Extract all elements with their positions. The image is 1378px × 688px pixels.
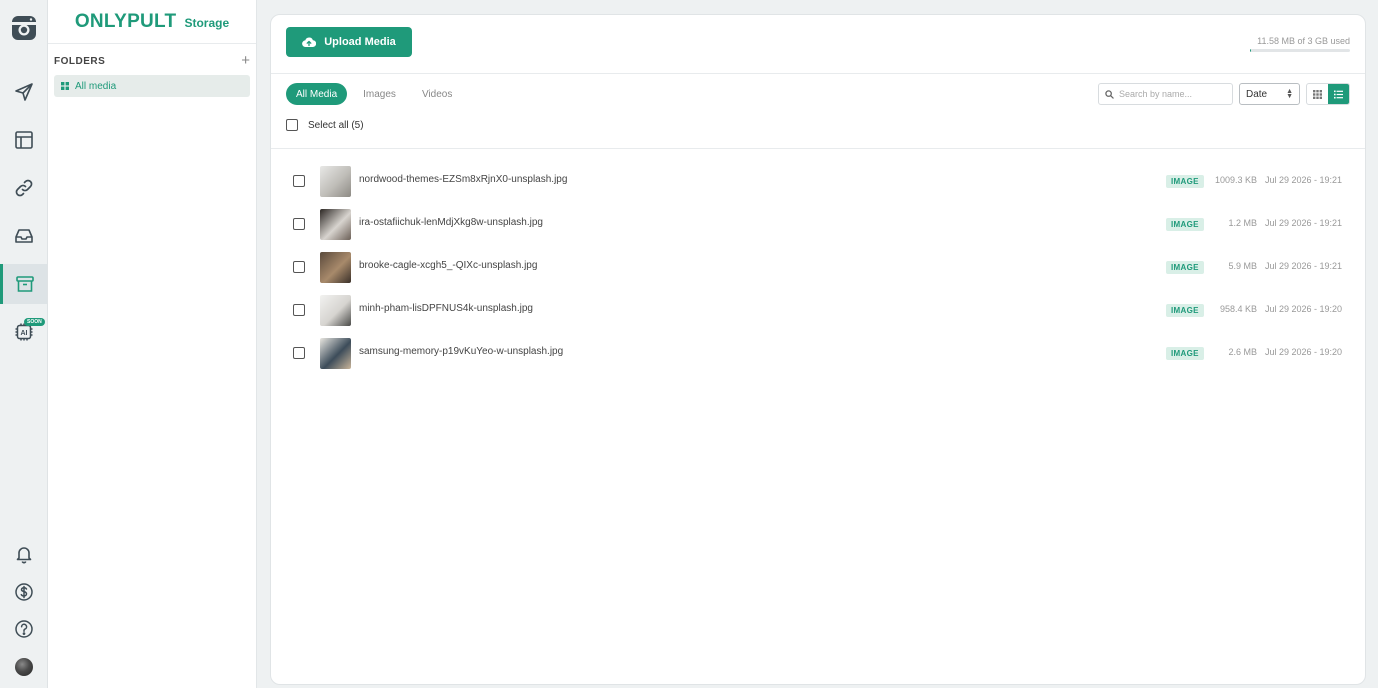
file-checkbox[interactable] — [293, 261, 305, 273]
icon-rail: AI SOON — [0, 0, 48, 688]
media-library-panel: Upload Media 11.58 MB of 3 GB used All M… — [270, 14, 1366, 685]
file-size: 958.4 KB — [1219, 304, 1257, 314]
cloud-upload-icon — [302, 37, 317, 48]
sort-select-value: Date — [1246, 88, 1268, 100]
file-row[interactable]: samsung-memory-p19vKuYeo-w-unsplash.jpg I… — [271, 332, 1365, 375]
file-checkbox[interactable] — [293, 304, 305, 316]
file-thumbnail[interactable] — [320, 338, 351, 369]
file-row[interactable]: brooke-cagle-xcgh5_-QIXc-unsplash.jpg IMA… — [271, 246, 1365, 289]
file-list: nordwood-themes-EZSm8xRjnX0-unsplash.jpg… — [271, 160, 1365, 375]
sort-arrows-icon: ▲ ▼ — [1286, 88, 1293, 100]
help-icon[interactable] — [0, 609, 47, 649]
brand-section-label: Storage — [184, 15, 230, 30]
select-all-label: Select all (5) — [308, 119, 364, 131]
storage-usage: 11.58 MB of 3 GB used — [1250, 36, 1350, 52]
tab-images[interactable]: Images — [353, 83, 406, 105]
search-input[interactable] — [1119, 89, 1227, 99]
file-date: Jul 29 2026 - 19:21 — [1264, 175, 1342, 185]
folder-panel: ONLYPULT Storage FOLDERS + All media — [48, 0, 257, 688]
grid-view-icon — [1313, 89, 1322, 99]
grid-icon — [61, 82, 69, 90]
file-thumbnail[interactable] — [320, 166, 351, 197]
upload-media-label: Upload Media — [324, 36, 396, 48]
file-date: Jul 29 2026 - 19:20 — [1264, 347, 1342, 357]
storage-usage-bar — [1250, 49, 1350, 52]
list-view-icon — [1334, 90, 1343, 98]
file-type-badge: IMAGE — [1166, 347, 1204, 360]
search-box — [1098, 83, 1233, 105]
tab-videos[interactable]: Videos — [412, 83, 462, 105]
folder-item-label: All media — [75, 80, 117, 92]
file-date: Jul 29 2026 - 19:21 — [1264, 218, 1342, 228]
list-view-button[interactable] — [1328, 84, 1349, 104]
file-size: 1009.3 KB — [1214, 175, 1257, 185]
file-checkbox[interactable] — [293, 218, 305, 230]
brand-logo-text: ONLYPULT — [74, 10, 177, 32]
file-size: 5.9 MB — [1228, 261, 1257, 271]
avatar — [14, 658, 33, 676]
archive-icon[interactable] — [0, 264, 47, 304]
folder-item-all-media[interactable]: All media — [54, 75, 250, 97]
view-toggle — [1306, 83, 1350, 105]
file-thumbnail[interactable] — [320, 295, 351, 326]
sort-select[interactable]: Date ▲ ▼ — [1239, 83, 1300, 105]
link-icon[interactable] — [0, 168, 47, 208]
file-row[interactable]: nordwood-themes-EZSm8xRjnX0-unsplash.jpg… — [271, 160, 1365, 203]
file-name[interactable]: ira-ostafiichuk-lenMdjXkg8w-unsplash.jpg — [359, 217, 543, 228]
file-thumbnail[interactable] — [320, 209, 351, 240]
media-type-tabs: All Media Images Videos — [286, 83, 462, 105]
file-type-badge: IMAGE — [1166, 218, 1204, 231]
file-type-badge: IMAGE — [1166, 261, 1204, 274]
divider — [271, 148, 1365, 149]
storage-usage-text: 11.58 MB of 3 GB used — [1257, 36, 1350, 46]
file-row[interactable]: minh-pham-lisDPFNUS4k-unsplash.jpg IMAGE 9… — [271, 289, 1365, 332]
add-folder-icon[interactable]: + — [241, 53, 250, 68]
search-icon — [1105, 89, 1114, 99]
soon-badge: SOON — [24, 318, 45, 326]
file-thumbnail[interactable] — [320, 252, 351, 283]
logo-icon[interactable] — [0, 8, 47, 48]
svg-text:AI: AI — [20, 330, 27, 337]
file-name[interactable]: brooke-cagle-xcgh5_-QIXc-unsplash.jpg — [359, 260, 537, 271]
file-checkbox[interactable] — [293, 175, 305, 187]
ai-chip-icon[interactable]: AI SOON — [0, 312, 47, 352]
select-all-checkbox[interactable] — [286, 119, 298, 131]
file-size: 2.6 MB — [1228, 347, 1257, 357]
file-type-badge: IMAGE — [1166, 175, 1204, 188]
send-icon[interactable] — [0, 72, 47, 112]
file-date: Jul 29 2026 - 19:20 — [1264, 304, 1342, 314]
file-size: 1.2 MB — [1228, 218, 1257, 228]
brand-header: ONLYPULT Storage — [48, 0, 256, 44]
tab-all-media[interactable]: All Media — [286, 83, 348, 105]
file-date: Jul 29 2026 - 19:21 — [1264, 261, 1342, 271]
grid-view-button[interactable] — [1307, 84, 1328, 104]
file-name[interactable]: nordwood-themes-EZSm8xRjnX0-unsplash.jpg — [359, 174, 567, 185]
select-all[interactable]: Select all (5) — [286, 119, 364, 131]
storage-usage-fill — [1250, 49, 1251, 52]
folders-title: FOLDERS — [54, 55, 106, 67]
folders-header: FOLDERS + — [48, 53, 256, 68]
file-name[interactable]: minh-pham-lisDPFNUS4k-unsplash.jpg — [359, 303, 533, 314]
file-name[interactable]: samsung-memory-p19vKuYeo-w-unsplash.jpg — [359, 346, 563, 357]
file-checkbox[interactable] — [293, 347, 305, 359]
inbox-icon[interactable] — [0, 216, 47, 256]
bell-icon[interactable] — [0, 534, 47, 574]
file-row[interactable]: ira-ostafiichuk-lenMdjXkg8w-unsplash.jpg… — [271, 203, 1365, 246]
file-type-badge: IMAGE — [1166, 304, 1204, 317]
upload-media-button[interactable]: Upload Media — [286, 27, 412, 57]
layout-icon[interactable] — [0, 120, 47, 160]
top-bar: Upload Media 11.58 MB of 3 GB used — [271, 15, 1365, 74]
dollar-icon[interactable] — [0, 572, 47, 612]
user-avatar-button[interactable] — [0, 647, 47, 687]
